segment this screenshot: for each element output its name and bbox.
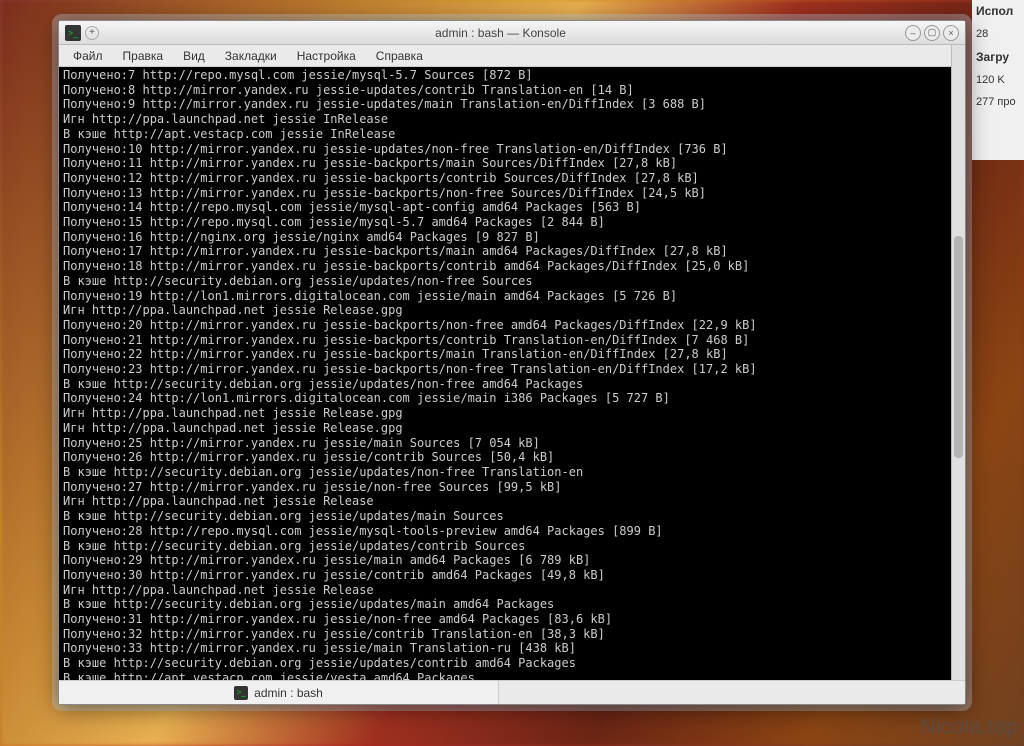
menu-edit[interactable]: Правка <box>113 47 174 65</box>
menu-help[interactable]: Справка <box>366 47 433 65</box>
menu-file[interactable]: Файл <box>63 47 113 65</box>
watermark: Nicola.top <box>920 714 1018 740</box>
scrollbar-thumb[interactable] <box>954 236 963 458</box>
side-value: 28 <box>976 28 1020 40</box>
window-title: admin : bash — Konsole <box>99 26 902 40</box>
new-tab-button[interactable]: + <box>85 26 99 40</box>
menu-view[interactable]: Вид <box>173 47 215 65</box>
side-value: 277 про <box>976 96 1020 108</box>
system-monitor-panel: Испол 28 Загру 120 K 277 про <box>972 0 1024 160</box>
minimize-button[interactable]: – <box>905 25 921 41</box>
menu-bookmarks[interactable]: Закладки <box>215 47 287 65</box>
konsole-window: >_ + admin : bash — Konsole – ▢ × Файл П… <box>58 20 966 705</box>
app-icon: >_ <box>65 25 81 41</box>
menu-settings[interactable]: Настройка <box>287 47 366 65</box>
side-label: Испол <box>976 4 1020 18</box>
tabbar: >_ admin : bash <box>59 680 965 704</box>
terminal-output[interactable]: Получено:7 http://repo.mysql.com jessie/… <box>59 67 965 680</box>
tab-label: admin : bash <box>254 686 323 700</box>
titlebar[interactable]: >_ + admin : bash — Konsole – ▢ × <box>59 21 965 45</box>
terminal-icon: >_ <box>234 686 248 700</box>
side-value: 120 K <box>976 74 1020 86</box>
scrollbar-vertical[interactable] <box>951 45 965 680</box>
close-button[interactable]: × <box>943 25 959 41</box>
menubar: Файл Правка Вид Закладки Настройка Справ… <box>59 45 965 67</box>
side-label: Загру <box>976 50 1020 64</box>
maximize-button[interactable]: ▢ <box>924 25 940 41</box>
tab-active[interactable]: >_ admin : bash <box>59 681 499 704</box>
